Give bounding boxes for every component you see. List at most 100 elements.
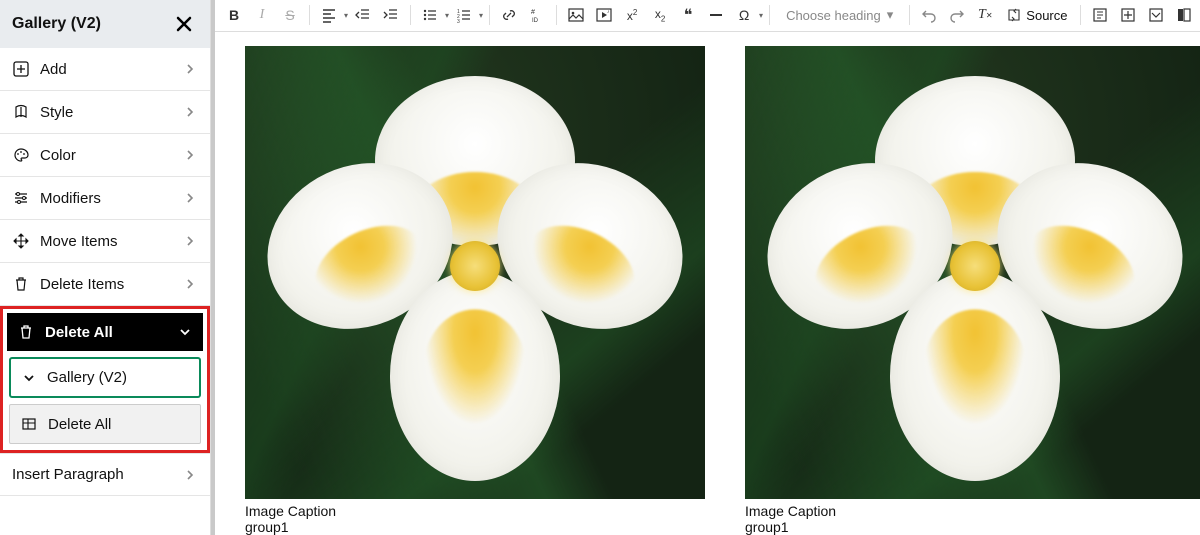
chevron-right-icon [182,61,198,77]
insert-image-button[interactable] [563,2,589,28]
flower-center [950,241,1000,291]
redo-button[interactable] [944,2,970,28]
template-c-button[interactable] [1143,2,1169,28]
trash-icon [12,275,30,293]
add-icon [12,60,30,78]
dropdown-caret-icon: ▾ [887,7,894,23]
numbered-list-icon: 123 [451,2,477,28]
editor-toolbar: B I S ▾ ▾ 123 ▾ # ID ♪ [215,0,1200,32]
delete-all-confirm-button[interactable]: Delete All [9,404,201,444]
sidebar-item-modifiers[interactable]: Modifiers [0,177,210,220]
sidebar-item-style[interactable]: Style [0,91,210,134]
toolbar-separator [556,5,557,25]
indent-button[interactable] [378,2,404,28]
dropdown-caret-icon: ▾ [479,11,483,20]
flower-petal [390,271,560,481]
template-d-button[interactable] [1171,2,1197,28]
italic-button[interactable]: I [249,2,275,28]
gallery-caption[interactable]: Image Caption [245,503,705,519]
dropdown-caret-icon: ▾ [344,11,348,20]
outdent-button[interactable] [350,2,376,28]
chevron-right-icon [182,467,198,483]
move-icon [12,232,30,250]
subscript-button[interactable]: x2 [647,2,673,28]
chevron-right-icon [182,276,198,292]
color-icon [12,146,30,164]
undo-button[interactable] [916,2,942,28]
sidebar-header: Gallery (V2) [0,0,210,48]
svg-text:ID: ID [532,18,539,23]
chevron-down-icon [177,324,193,340]
sidebar-item-color[interactable]: Color [0,134,210,177]
toolbar-separator [1080,5,1081,25]
svg-text:#: # [531,9,535,16]
chevron-right-icon [182,190,198,206]
clear-formatting-button[interactable]: T✕ [972,2,998,28]
sidebar-item-add[interactable]: Add [0,48,210,91]
bold-button[interactable]: B [221,2,247,28]
trash-all-icon [17,323,35,341]
delete-all-block: Delete All Gallery (V2) Delete All [0,306,210,453]
template-a-button[interactable] [1087,2,1113,28]
style-icon [12,103,30,121]
delete-grid-icon [20,415,38,433]
flower-petal [890,271,1060,481]
align-left-icon [316,2,342,28]
heading-placeholder: Choose heading [786,8,881,23]
editor-canvas[interactable]: Image Caption group1 Image Caption group… [215,32,1200,535]
gallery-image[interactable] [745,46,1200,499]
chevron-right-icon [182,233,198,249]
toolbar-separator [309,5,310,25]
chevron-right-icon [182,104,198,120]
chevron-right-icon [182,147,198,163]
sidebar-item-label: Add [40,61,182,78]
bullet-list-dropdown[interactable]: ▾ [417,2,449,28]
strikethrough-button[interactable]: S [277,2,303,28]
template-b-button[interactable] [1115,2,1141,28]
toolbar-separator [769,5,770,25]
sidebar-item-insert-paragraph[interactable]: Insert Paragraph [0,453,210,496]
toolbar-separator [489,5,490,25]
sidebar-item-label: Insert Paragraph [12,466,182,483]
delete-all-sub-gallery[interactable]: Gallery (V2) [9,357,201,398]
insert-media-button[interactable]: ♪ [591,2,617,28]
gallery-item[interactable]: Image Caption group1 [745,46,1200,535]
numbered-list-dropdown[interactable]: 123 ▾ [451,2,483,28]
special-char-dropdown[interactable]: Ω ▾ [731,2,763,28]
link-button[interactable] [496,2,522,28]
source-button[interactable]: Source [1000,2,1073,28]
sidebar-item-move-items[interactable]: Move Items [0,220,210,263]
anchor-id-button[interactable]: # ID [524,2,550,28]
gallery-group[interactable]: group1 [245,519,705,535]
sidebar-item-delete-items[interactable]: Delete Items [0,263,210,306]
sidebar-item-label: Modifiers [40,190,182,207]
gallery-caption[interactable]: Image Caption [745,503,1200,519]
sidebar-title: Gallery (V2) [12,15,101,33]
app-root: Gallery (V2) Add Style [0,0,1200,535]
sidebar-item-label: Delete All [45,324,177,341]
superscript-button[interactable]: x2 [619,2,645,28]
chevron-down-icon [21,370,37,386]
gallery-image[interactable] [245,46,705,499]
gallery-group[interactable]: group1 [745,519,1200,535]
delete-all-sub-label: Delete All [48,416,111,433]
editor-main: B I S ▾ ▾ 123 ▾ # ID ♪ [211,0,1200,535]
align-dropdown[interactable]: ▾ [316,2,348,28]
toolbar-separator [410,5,411,25]
svg-text:3: 3 [457,19,460,23]
svg-text:♪: ♪ [607,9,610,15]
omega-icon: Ω [731,2,757,28]
horizontal-rule-button[interactable] [703,2,729,28]
gallery-item[interactable]: Image Caption group1 [245,46,705,535]
sidebar-item-delete-all[interactable]: Delete All [7,313,203,351]
sidebar-item-label: Move Items [40,233,182,250]
close-icon[interactable] [170,10,198,38]
bullet-list-icon [417,2,443,28]
heading-select[interactable]: Choose heading ▾ [776,2,903,28]
blockquote-button[interactable]: ❝ [675,2,701,28]
flower-center [450,241,500,291]
modifiers-icon [12,189,30,207]
sidebar-item-label: Delete Items [40,276,182,293]
sidebar: Gallery (V2) Add Style [0,0,211,535]
sidebar-item-label: Color [40,147,182,164]
